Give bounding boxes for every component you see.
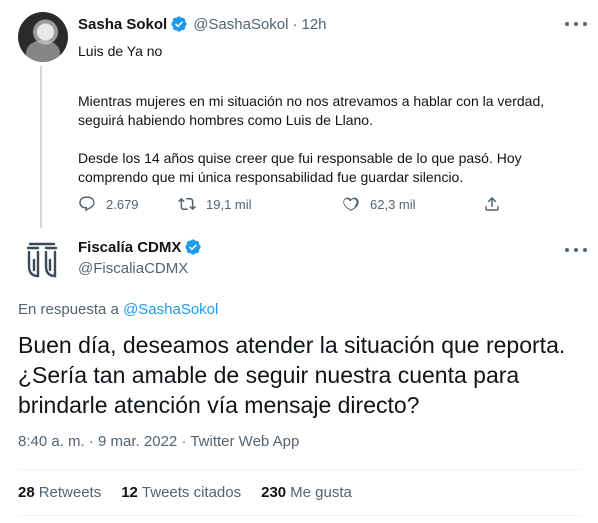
- tweet-metadata: 8:40 a. m. · 9 mar. 2022 · Twitter Web A…: [18, 433, 299, 450]
- retweets-value: 28: [18, 484, 35, 501]
- like-button[interactable]: 62,3 mil: [342, 192, 416, 216]
- tweet-timestamp-time[interactable]: 8:40 a. m.: [18, 433, 85, 450]
- share-icon: [485, 196, 499, 211]
- retweet-icon: [178, 197, 196, 211]
- likes-value: 230: [261, 484, 287, 501]
- replying-mention-link[interactable]: @SashaSokol: [123, 301, 218, 318]
- retweet-count: 19,1 mil: [206, 196, 252, 212]
- more-options-icon[interactable]: [565, 14, 587, 34]
- retweets-label: Retweets: [38, 484, 102, 501]
- tweet-actions: 2.679 19,1 mil 62,3 mil: [78, 192, 508, 216]
- tweet-source[interactable]: Twitter Web App: [190, 433, 299, 450]
- tweet-paragraph: Desde los 14 años quise creer que fui re…: [78, 150, 522, 185]
- verified-badge-icon: [171, 16, 187, 32]
- tweet-header: Sasha Sokol @SashaSokol · 12h: [78, 14, 327, 34]
- tweet-paragraph: Mientras mujeres en mi situación no nos …: [78, 93, 545, 128]
- thread-connector-line: [40, 66, 42, 228]
- verified-badge-icon: [185, 239, 202, 255]
- like-icon: [343, 197, 359, 211]
- divider: [18, 469, 580, 470]
- retweet-button[interactable]: 19,1 mil: [178, 192, 252, 216]
- likes-stat[interactable]: 230 Me gusta: [261, 484, 352, 501]
- divider: [18, 515, 580, 516]
- parent-tweet[interactable]: Sasha Sokol @SashaSokol · 12h Luis de Ya…: [0, 0, 598, 232]
- quotes-value: 12: [121, 484, 138, 501]
- reply-author-name[interactable]: Fiscalía CDMX: [78, 237, 207, 257]
- likes-label: Me gusta: [290, 484, 352, 501]
- reply-button[interactable]: 2.679: [78, 192, 139, 216]
- replying-to: En respuesta a @SashaSokol: [18, 301, 218, 318]
- like-count: 62,3 mil: [370, 196, 416, 212]
- separator-dot: ·: [292, 15, 298, 33]
- reply-author-handle[interactable]: @FiscaliaCDMX: [78, 260, 188, 277]
- tweet-stats: 28 Retweets 12 Tweets citados 230 Me gusta: [18, 484, 372, 501]
- author-handle[interactable]: @SashaSokol: [193, 16, 288, 33]
- reply-text: Buen día, deseamos atender la situación …: [18, 332, 566, 418]
- tweet-text: Luis de Ya no Mientras mujeres en mi sit…: [78, 42, 588, 206]
- quotes-stat[interactable]: 12 Tweets citados: [121, 484, 241, 501]
- more-options-icon[interactable]: [565, 240, 587, 260]
- avatar[interactable]: [18, 12, 68, 62]
- tweet-paragraph: Luis de Ya no: [78, 43, 163, 59]
- fiscalia-logo[interactable]: [18, 236, 66, 284]
- quotes-label: Tweets citados: [141, 484, 242, 501]
- separator-dot: ·: [88, 433, 94, 450]
- tweet-time[interactable]: 12h: [301, 16, 326, 33]
- replying-prefix: En respuesta a: [18, 301, 119, 318]
- reply-count: 2.679: [106, 196, 139, 212]
- tweet-timestamp-date[interactable]: 9 mar. 2022: [98, 433, 177, 450]
- share-button[interactable]: [483, 192, 501, 216]
- retweets-stat[interactable]: 28 Retweets: [18, 484, 101, 501]
- separator-dot: ·: [181, 433, 187, 450]
- reply-author-name-text[interactable]: Fiscalía CDMX: [78, 239, 181, 256]
- author-name[interactable]: Sasha Sokol: [78, 16, 167, 33]
- reply-icon: [79, 196, 95, 212]
